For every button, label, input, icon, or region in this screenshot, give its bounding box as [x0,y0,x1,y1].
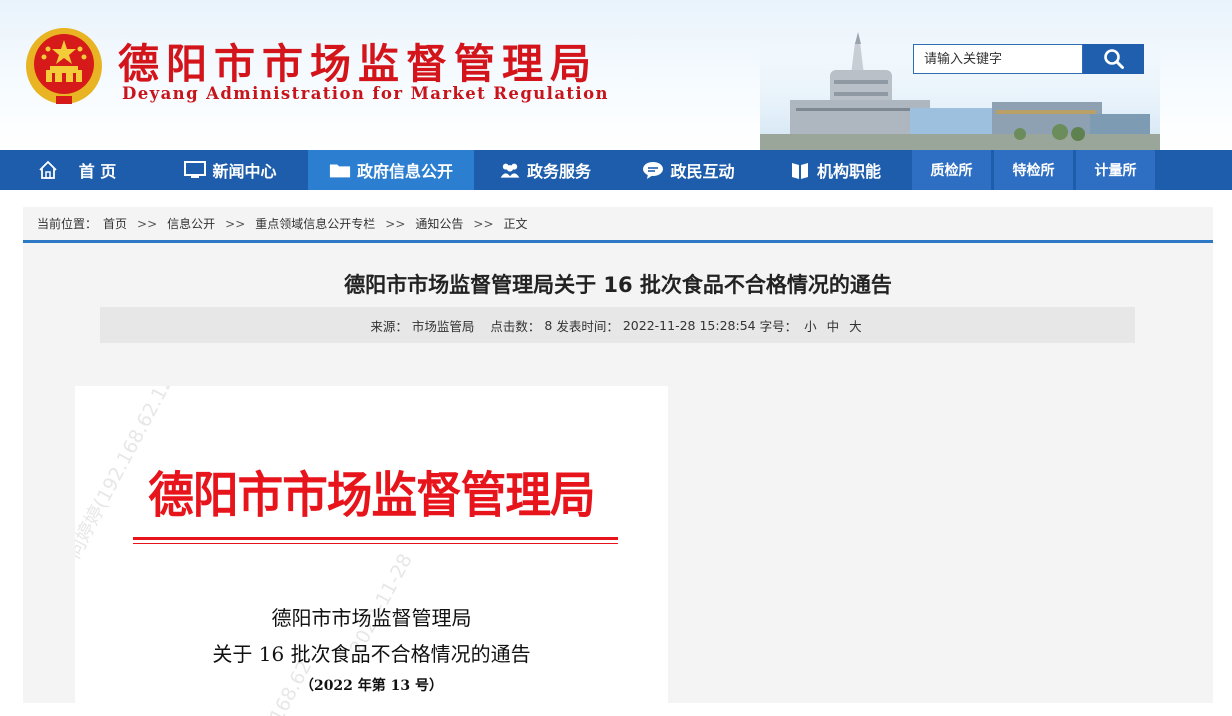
document-image: 向婷婷(192.168.62.123) 2022-11-28 168.62 德阳… [75,386,668,716]
article-title: 德阳市市场监督管理局关于 16 批次食品不合格情况的通告 [344,273,892,297]
breadcrumb-key-areas[interactable]: 重点领域信息公开专栏 [255,215,375,232]
clicks-label: 点击数： [490,318,541,334]
nav-interaction[interactable]: 政民互动 [616,150,761,190]
breadcrumb-info-public[interactable]: 信息公开 [167,215,215,232]
nav-metrology[interactable]: 计量所 [1076,150,1155,190]
site-header: 德阳市市场监督管理局 Deyang Administration for Mar… [0,0,1232,150]
breadcrumb: 当前位置： 首页 >> 信息公开 >> 重点领域信息公开专栏 >> 通知公告 >… [23,207,1213,243]
search-button[interactable] [1083,44,1144,74]
document-subject: 关于 16 批次食品不合格情况的通告 [212,642,531,666]
document-red-rule-thin [133,543,618,544]
breadcrumb-separator: >> [473,216,494,231]
breadcrumb-current: 正文 [503,217,528,231]
search-input[interactable] [913,44,1083,74]
nav-gov-info[interactable]: 政府信息公开 [308,150,474,190]
clicks-value: 8 [544,317,553,333]
nav-metrology-label: 计量所 [1094,163,1137,179]
nav-quality-label: 质检所 [930,163,973,179]
font-small-button[interactable]: 小 [804,316,817,335]
content-area: 当前位置： 首页 >> 信息公开 >> 重点领域信息公开专栏 >> 通知公告 >… [23,207,1213,716]
nav-interaction-label: 政民互动 [670,162,735,181]
breadcrumb-separator: >> [225,216,246,231]
nav-home[interactable]: 首 页 [0,150,153,190]
source-label: 来源： [370,318,408,334]
monitor-icon [184,159,207,181]
users-icon [499,159,521,181]
breadcrumb-prefix: 当前位置： [37,217,98,231]
chat-icon [642,159,664,181]
nav-gov-info-label: 政府信息公开 [356,162,453,181]
document-issuer: 德阳市市场监督管理局 [271,606,472,630]
document-number: （2022 年第 13 号） [299,678,444,694]
nav-services[interactable]: 政务服务 [474,150,616,190]
nav-services-label: 政务服务 [526,162,591,181]
source-value: 市场监管局 [411,318,475,334]
breadcrumb-home[interactable]: 首页 [103,215,127,232]
nav-special-inspection[interactable]: 特检所 [994,150,1073,190]
search-icon [1103,49,1124,69]
site-subtitle: Deyang Administration for Market Regulat… [122,84,609,103]
nav-functions[interactable]: 机构职能 [761,150,909,190]
breadcrumb-notices[interactable]: 通知公告 [415,215,463,232]
nav-special-label: 特检所 [1012,163,1055,179]
book-icon [789,159,811,181]
date-value: 2022-11-28 15:28:54 [622,317,756,333]
folder-icon [329,159,351,181]
font-medium-button[interactable]: 中 [827,316,840,335]
nav-news[interactable]: 新闻中心 [153,150,308,190]
date-label: 发表时间： [556,318,619,334]
breadcrumb-separator: >> [385,216,406,231]
nav-quality-inspection[interactable]: 质检所 [912,150,991,190]
home-icon [37,159,59,181]
article-meta: 来源： 市场监管局 点击数： 8 发表时间： 2022-11-28 15:28:… [100,307,1135,343]
font-large-button[interactable]: 大 [849,316,862,335]
site-title: 德阳市市场监督管理局 [118,40,598,88]
fontsize-label: 字号： [759,318,798,334]
document-red-header: 德阳市市场监督管理局 [148,466,595,524]
breadcrumb-separator: >> [137,216,158,231]
nav-home-label: 首 页 [78,162,117,181]
nav-news-label: 新闻中心 [212,162,277,181]
national-emblem-icon [26,28,102,104]
nav-functions-label: 机构职能 [816,162,881,181]
document-red-rule [133,537,618,540]
main-nav: 首 页 新闻中心 政府信息公开 政务服务 政民互动 机构职能 质检所 特检所 计… [0,150,1232,190]
